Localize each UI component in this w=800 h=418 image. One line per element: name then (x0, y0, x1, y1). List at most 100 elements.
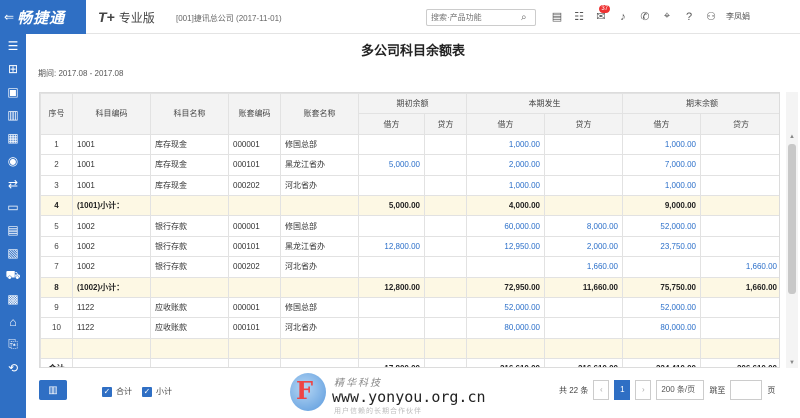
phone-icon[interactable]: ✆ (634, 10, 656, 23)
table-row[interactable]: 10 1122 应收账款 000101 河北省办 80,000.00 80,000.00 (40, 317, 779, 339)
cell-cd: 1,000.00 (466, 133, 545, 156)
asset-icon[interactable]: ▧ (0, 241, 26, 264)
bank-icon[interactable]: ⌂ (0, 310, 26, 333)
col-name[interactable]: 科目名称 (150, 93, 229, 135)
col-opening[interactable]: 期初余额 (358, 93, 467, 115)
jump-page-input[interactable] (730, 380, 763, 400)
scroll-up-icon[interactable]: ▲ (786, 132, 798, 142)
search-icon[interactable]: ⌕ (521, 12, 527, 23)
col-current[interactable]: 本期发生 (466, 93, 623, 115)
prev-page-button[interactable]: ‹ (593, 380, 610, 400)
search-input[interactable] (431, 13, 521, 22)
col-book-code[interactable]: 账套编码 (228, 93, 281, 135)
cell-od (358, 174, 425, 196)
col-opening-credit[interactable]: 贷方 (424, 113, 467, 135)
page-size-select[interactable]: 200 条/页 (656, 380, 705, 400)
cell-ed: 9,000.00 (622, 194, 701, 217)
cell-oc (424, 235, 467, 258)
calculator-icon[interactable]: ▤ (546, 10, 568, 23)
cell-book-code (228, 337, 281, 360)
scroll-thumb[interactable] (788, 144, 796, 294)
cell-book-name: 黑龙江省办 (280, 235, 359, 258)
col-closing-debit[interactable]: 借方 (622, 113, 701, 135)
cell-ec (700, 337, 779, 360)
cell-cc (544, 317, 623, 339)
current-page-button[interactable]: 1 (614, 380, 631, 400)
next-page-button[interactable]: › (635, 380, 652, 400)
table-row[interactable]: 9 1122 应收账款 000001 修国总部 52,000.00 52,000.00 (40, 296, 779, 319)
location-icon[interactable]: ⌖ (656, 10, 678, 23)
col-opening-debit[interactable]: 借方 (358, 113, 425, 135)
subtotal-row[interactable]: 4 (1001)小计： 5,000.00 4,000.00 9,000.00 (40, 194, 779, 217)
cell-seq: 6 (40, 235, 73, 258)
scroll-down-icon[interactable]: ▼ (786, 358, 798, 368)
report-list-icon[interactable]: ☷ (568, 10, 590, 23)
document-icon[interactable]: ▤ (0, 218, 26, 241)
total-checkbox-label: 合计 (116, 387, 132, 396)
username[interactable]: 李凤娟 (726, 11, 750, 22)
col-closing[interactable]: 期末余额 (622, 93, 779, 115)
edition-name: 专业版 (118, 11, 155, 25)
brand-logo[interactable]: ⇐ 畅捷通 (0, 0, 86, 34)
col-closing-credit[interactable]: 贷方 (700, 113, 779, 135)
page-title: 多公司科目余额表 (360, 43, 465, 58)
bell-icon[interactable]: ♪ (612, 11, 634, 23)
balance-table-wrapper[interactable]: 序号 科目编码 科目名称 账套编码 账套名称 期初余额 本期发生 期末余额 借方… (39, 92, 780, 368)
cell-book-name: 河北省办 (280, 174, 359, 196)
table-row[interactable]: 1 1001 库存现金 000001 修国总部 1,000.00 1,000.00 (40, 133, 779, 156)
check-icon[interactable]: ✓ (102, 386, 112, 397)
subtotal-checkbox[interactable]: ✓ 小计 (142, 386, 172, 397)
period-value: 2017.08 - 2017.08 (58, 69, 124, 78)
truck-icon[interactable]: ⛟ (0, 264, 26, 287)
total-checkbox[interactable]: ✓ 合计 (102, 386, 132, 397)
cell-book-code: 000202 (228, 256, 281, 278)
cell-book-name: 修国总部 (280, 296, 359, 319)
cell-name: 应收账款 (150, 296, 229, 319)
subtotal-row[interactable] (40, 337, 779, 360)
table-row[interactable]: 3 1001 库存现金 000202 河北省办 1,000.00 1,000.00 (40, 174, 779, 196)
table-row[interactable]: 5 1002 银行存款 000001 修国总部 60,000.00 8,000.00 52,0… (40, 215, 779, 237)
cell-name (150, 276, 229, 298)
user-icon[interactable]: ⚇ (700, 10, 722, 23)
col-seq[interactable]: 序号 (40, 93, 73, 135)
subtotal-row[interactable]: 8 (1002)小计： 12,800.00 72,950.00 11,660.00 75,… (40, 276, 779, 298)
page-suffix: 页 (767, 385, 776, 395)
company-info[interactable]: [001]捷讯总公司 (2017-11-01) (176, 13, 282, 24)
building-icon[interactable]: ▩ (0, 287, 26, 310)
report-icon[interactable]: ▦ (0, 126, 26, 149)
back-arrow-icon[interactable]: ⇐ (4, 10, 14, 24)
table-row[interactable]: 6 1002 银行存款 000101 黑龙江省办 12,800.00 12,950.00 2,… (40, 235, 779, 258)
voucher-icon[interactable]: ▣ (0, 80, 26, 103)
ledger-icon[interactable]: ▭ (0, 195, 26, 218)
settings-icon[interactable]: ⟲ (0, 356, 26, 379)
check-icon[interactable]: ✓ (142, 386, 152, 397)
analysis-icon[interactable]: ▥ (0, 103, 26, 126)
col-current-credit[interactable]: 贷方 (544, 113, 623, 135)
cell (228, 358, 281, 367)
cell-cd: 72,950.00 (466, 276, 545, 298)
purchase-icon[interactable]: ⊞ (0, 57, 26, 80)
col-book-name[interactable]: 账套名称 (280, 93, 359, 135)
cell-code (72, 337, 151, 360)
table-row[interactable]: 7 1002 银行存款 000202 河北省办 1,660.00 1,660.00 (40, 256, 779, 278)
cell-book-name (280, 194, 359, 217)
cell-cc: 2,000.00 (544, 235, 623, 258)
export-icon[interactable]: ⎘ (0, 333, 26, 356)
column-settings-button[interactable]: ▥ (39, 380, 67, 400)
col-current-debit[interactable]: 借方 (466, 113, 545, 135)
cell-ed: 7,000.00 (622, 154, 701, 176)
help-icon[interactable]: ? (678, 11, 700, 23)
cell-seq: 2 (40, 154, 73, 176)
finance-icon[interactable]: ◉ (0, 149, 26, 172)
vertical-scrollbar[interactable]: ▲ ▼ (786, 92, 798, 368)
cell-code: 1122 (72, 317, 151, 339)
menu-icon[interactable]: ☰ (0, 34, 26, 57)
cell-seq: 1 (40, 133, 73, 156)
transfer-icon[interactable]: ⇄ (0, 172, 26, 195)
table-row[interactable]: 2 1001 库存现金 000101 黑龙江省办 5,000.00 2,000.00 7,00… (40, 154, 779, 176)
cell-cc (544, 296, 623, 319)
cell-book-name: 黑龙江省办 (280, 154, 359, 176)
message-icon[interactable]: ✉ 37 (590, 5, 612, 23)
search-box[interactable]: ⌕ (426, 9, 536, 26)
col-code[interactable]: 科目编码 (72, 93, 151, 135)
